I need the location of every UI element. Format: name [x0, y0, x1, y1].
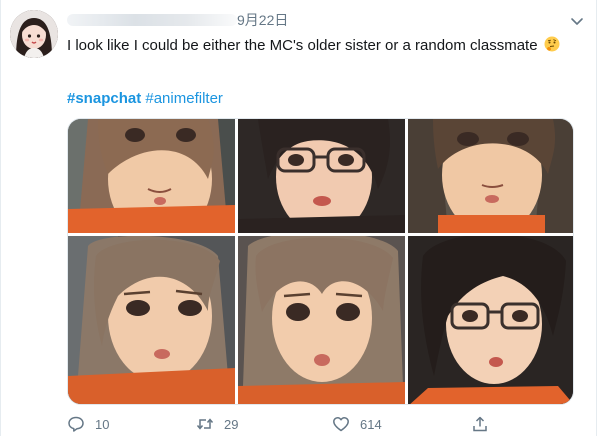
tweet-text: I look like I could be either the MC's o…	[67, 35, 577, 57]
avatar-portrait-icon	[10, 10, 58, 58]
chevron-down-icon[interactable]	[568, 12, 586, 30]
author-name-redacted[interactable]	[67, 14, 237, 26]
share-icon	[473, 416, 487, 432]
tweet-body: I look like I could be either the MC's o…	[67, 37, 538, 54]
hashtag-line: #snapchat #animefilter	[67, 89, 223, 109]
photo-anime-filter-5[interactable]	[238, 236, 405, 404]
tweet-date[interactable]: 9月22日	[237, 10, 288, 30]
avatar[interactable]	[10, 10, 58, 58]
photo-anime-filter-1[interactable]	[68, 119, 235, 233]
heart-icon	[333, 416, 349, 432]
hashtag-animefilter[interactable]: #animefilter	[145, 90, 223, 107]
tweet-card[interactable]: 9月22日 I look like I could be either the …	[0, 0, 597, 436]
photo-anime-filter-3[interactable]	[408, 119, 573, 233]
hashtag-snapchat[interactable]: #snapchat	[67, 90, 141, 107]
retweet-count: 29	[224, 416, 239, 432]
retweet-button[interactable]: 29	[196, 415, 238, 433]
reply-button[interactable]: 10	[67, 415, 109, 433]
media-grid	[67, 118, 574, 405]
photo-anime-filter-6[interactable]	[408, 236, 573, 404]
photo-anime-filter-2[interactable]	[238, 119, 405, 233]
retweet-icon	[196, 418, 214, 430]
reply-icon	[68, 416, 84, 432]
thinking-face-icon	[544, 36, 560, 52]
tweet-actions: 10 29 614	[67, 414, 527, 434]
like-button[interactable]: 614	[332, 415, 382, 433]
reply-count: 10	[95, 416, 110, 432]
tweet-header: 9月22日	[67, 11, 288, 29]
share-button[interactable]	[471, 415, 489, 433]
photo-anime-filter-4[interactable]	[68, 236, 235, 404]
like-count: 614	[360, 416, 382, 432]
